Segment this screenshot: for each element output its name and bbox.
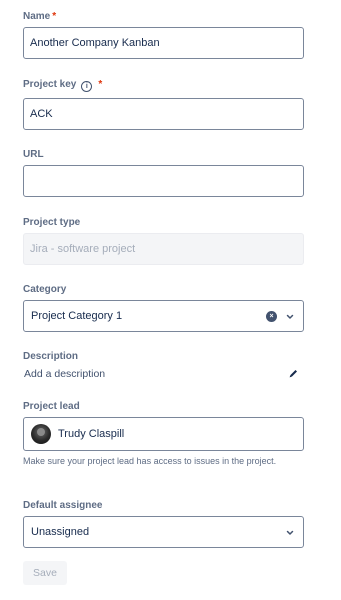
required-marker: *: [52, 11, 57, 22]
project-key-label: Project key i *: [23, 79, 103, 92]
url-label: URL: [23, 149, 44, 160]
project-key-input[interactable]: ACK: [23, 98, 304, 130]
save-button[interactable]: Save: [23, 561, 67, 585]
default-assignee-value: Unassigned: [31, 526, 90, 538]
info-icon[interactable]: i: [81, 81, 93, 92]
project-lead-help-text: Make sure your project lead has access t…: [23, 456, 277, 466]
project-type-label: Project type: [23, 217, 81, 228]
url-input[interactable]: [23, 165, 304, 197]
project-lead-value: Trudy Claspill: [58, 428, 125, 440]
required-marker: *: [98, 79, 103, 90]
category-select[interactable]: Project Category 1 ×: [23, 300, 304, 332]
chevron-down-icon[interactable]: [286, 313, 294, 321]
category-label: Category: [23, 284, 67, 295]
project-lead-select[interactable]: Trudy Claspill: [23, 417, 304, 451]
project-type-field: Jira - software project: [23, 233, 304, 265]
name-label: Name *: [23, 11, 57, 22]
project-lead-label: Project lead: [23, 401, 80, 412]
name-input[interactable]: Another Company Kanban: [23, 27, 304, 59]
avatar: [31, 424, 51, 444]
clear-icon[interactable]: ×: [266, 311, 277, 322]
pencil-icon[interactable]: [288, 368, 299, 379]
description-placeholder[interactable]: Add a description: [24, 368, 105, 381]
default-assignee-label: Default assignee: [23, 500, 103, 511]
description-label: Description: [23, 351, 79, 362]
default-assignee-select[interactable]: Unassigned: [23, 516, 304, 548]
category-value: Project Category 1: [31, 310, 123, 322]
chevron-down-icon[interactable]: [286, 529, 294, 537]
